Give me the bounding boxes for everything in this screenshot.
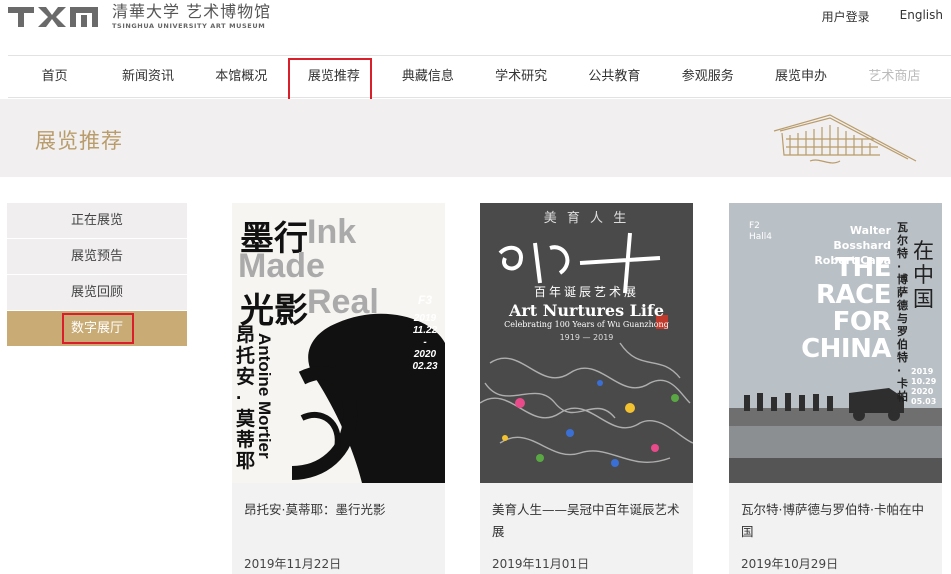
exhibition-card[interactable]: 墨行 Ink Made 光影 Real F3 2019 11.22-2020 02.… [232,203,445,574]
page-title: 展览推荐 [35,129,123,153]
exhibition-title[interactable]: 瓦尔特·博萨德与罗伯特·卡帕在中国 [741,499,933,543]
exhibition-title[interactable]: 美育人生——吴冠中百年诞辰艺术展 [492,499,684,543]
exhibition-date: 2019年11月22日 [244,557,342,571]
nav-item-research[interactable]: 学术研究 [474,56,567,98]
exhibition-card[interactable]: F2 Hall4 Walter Bosshard Robert Capa THE RA… [729,203,942,574]
section-banner: 展览推荐 [0,99,951,177]
nav-item-home[interactable]: 首页 [8,56,101,98]
exhibition-poster[interactable]: 墨行 Ink Made 光影 Real F3 2019 11.22-2020 02.… [232,203,445,483]
sidebar-item-digital-hall[interactable]: 数字展厅 [7,311,187,346]
exhibition-poster[interactable]: 美 育 人 生 百年诞辰艺术展 Art Nurtures Life Celebr… [480,203,693,483]
sidebar-item-past[interactable]: 展览回顾 [7,275,187,310]
main-navigation: 首页 新闻资讯 本馆概况 展览推荐 典藏信息 学术研究 公共教育 参观服务 展览… [8,55,951,101]
museum-building-sketch-icon [770,109,920,173]
nav-item-exhibition-apply[interactable]: 展览申办 [754,56,847,98]
nav-item-art-shop[interactable]: 艺术商店 [848,56,941,98]
exhibition-title[interactable]: 昂托安·莫蒂耶：墨行光影 [244,499,436,521]
nav-item-news[interactable]: 新闻资讯 [101,56,194,98]
exhibition-card[interactable]: 美 育 人 生 百年诞辰艺术展 Art Nurtures Life Celebr… [480,203,693,574]
login-link[interactable]: 用户登录 [822,8,870,25]
language-switch-link[interactable]: English [900,8,943,25]
logo-chinese-name: 清華大学 艺术博物馆 [112,2,272,21]
sidebar-menu: 正在展览 展览预告 展览回顾 数字展厅 [7,203,187,347]
nav-item-collections[interactable]: 典藏信息 [381,56,474,98]
nav-item-education[interactable]: 公共教育 [568,56,661,98]
exhibition-date: 2019年11月01日 [492,557,590,571]
sidebar-item-upcoming[interactable]: 展览预告 [7,239,187,274]
nav-item-visit[interactable]: 参观服务 [661,56,754,98]
nav-item-about[interactable]: 本馆概况 [195,56,288,98]
logo-english-name: TSINGHUA UNIVERSITY ART MUSEUM [112,22,266,30]
nav-item-exhibitions[interactable]: 展览推荐 [287,56,381,101]
exhibition-poster[interactable]: F2 Hall4 Walter Bosshard Robert Capa THE RA… [729,203,942,483]
site-header: 清華大学 艺术博物馆 TSINGHUA UNIVERSITY ART MUSEU… [0,0,951,56]
exhibition-date: 2019年10月29日 [741,557,839,571]
museum-logo[interactable]: 清華大学 艺术博物馆 TSINGHUA UNIVERSITY ART MUSEU… [8,2,271,32]
sidebar-item-current[interactable]: 正在展览 [7,203,187,238]
logo-mark-icon [8,5,100,29]
